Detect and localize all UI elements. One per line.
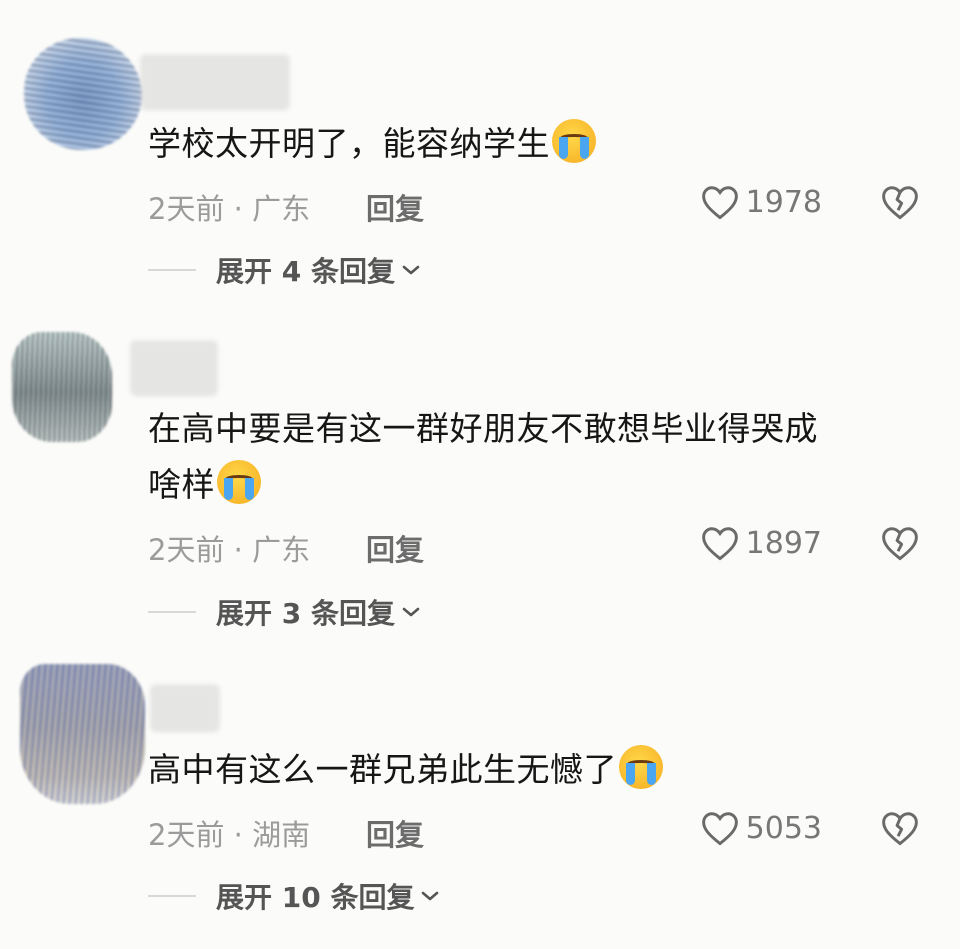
reply-button[interactable]: 回复 <box>366 186 424 228</box>
like-button[interactable]: 1978 <box>700 184 822 220</box>
heart-outline-icon <box>701 186 738 220</box>
comment-text: 学校太开明了，能容纳学生 <box>148 118 596 170</box>
comment-meta: 2天前 · 广东 <box>148 533 311 567</box>
face-holding-back-tears-emoji <box>217 460 261 504</box>
like-button[interactable]: 5053 <box>700 810 822 846</box>
comment-text-content: 啥样 <box>148 465 215 504</box>
reply-button[interactable]: 回复 <box>366 527 424 569</box>
like-count: 5053 <box>745 810 822 846</box>
divider-line <box>148 611 196 613</box>
expand-replies-button[interactable]: 展开 4 条回复 <box>148 250 421 290</box>
loudly-crying-face-emoji <box>552 119 596 163</box>
comment-text-content: 高中有这么一群兄弟此生无憾了 <box>148 750 617 789</box>
expand-replies-button[interactable]: 展开 3 条回复 <box>148 592 421 632</box>
reply-button[interactable]: 回复 <box>366 812 424 854</box>
username-blurred[interactable] <box>140 54 290 110</box>
avatar[interactable] <box>20 664 145 804</box>
comment-text: 在高中要是有这一群好朋友不敢想毕业得哭成 啥样 <box>148 403 818 511</box>
expand-replies-label: 展开 10 条回复 <box>216 881 415 914</box>
dislike-button[interactable] <box>880 810 920 850</box>
chevron-down-icon <box>402 265 420 275</box>
dislike-button[interactable] <box>880 525 920 565</box>
expand-replies-label: 展开 4 条回复 <box>216 255 395 288</box>
like-count: 1897 <box>745 525 822 561</box>
divider-line <box>148 269 196 271</box>
username-blurred[interactable] <box>150 684 220 732</box>
avatar[interactable] <box>24 38 142 150</box>
username-blurred[interactable] <box>130 340 218 396</box>
heart-outline-icon <box>701 812 738 846</box>
like-button[interactable]: 1897 <box>700 525 822 561</box>
chevron-down-icon <box>402 607 420 617</box>
loudly-crying-face-emoji <box>619 745 663 789</box>
heart-outline-icon <box>701 527 738 561</box>
divider-line <box>148 895 196 897</box>
comment-text-line: 在高中要是有这一群好朋友不敢想毕业得哭成 <box>148 409 818 448</box>
broken-heart-icon <box>882 186 918 220</box>
dislike-button[interactable] <box>880 184 920 224</box>
broken-heart-icon <box>882 527 918 561</box>
comment-meta: 2天前 · 湖南 <box>148 818 311 852</box>
comment-text-line: 啥样 <box>148 459 818 511</box>
comment-text: 高中有这么一群兄弟此生无憾了 <box>148 744 663 796</box>
comment-text-content: 学校太开明了，能容纳学生 <box>148 124 550 163</box>
like-count: 1978 <box>745 184 822 220</box>
expand-replies-button[interactable]: 展开 10 条回复 <box>148 876 440 916</box>
comment-meta: 2天前 · 广东 <box>148 192 311 226</box>
avatar[interactable] <box>12 332 112 442</box>
expand-replies-label: 展开 3 条回复 <box>216 597 395 630</box>
broken-heart-icon <box>882 812 918 846</box>
chevron-down-icon <box>422 891 439 901</box>
